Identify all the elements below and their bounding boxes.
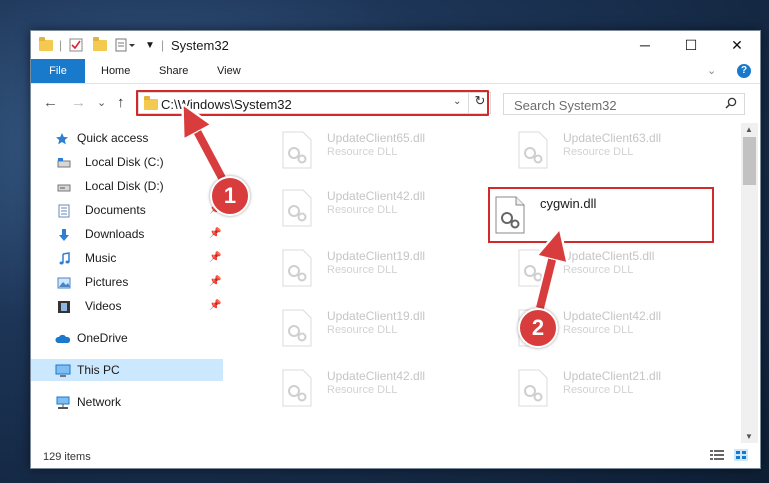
dll-file-icon xyxy=(281,131,313,169)
view-toggle xyxy=(709,449,748,464)
customize-toolbar-icon[interactable] xyxy=(115,37,137,53)
sidebar-item-network[interactable]: Network xyxy=(31,391,223,413)
ribbon-tabs: File Home Share View ⌄ ? xyxy=(31,59,760,84)
file-explorer-window: | ▼ | System32 ─ ☐ ✕ File Home Share Vie… xyxy=(30,30,761,469)
up-button[interactable]: ↑ xyxy=(117,94,125,111)
search-box[interactable] xyxy=(503,93,745,115)
sidebar-item-local-disk-d[interactable]: Local Disk (D:) xyxy=(31,175,223,197)
sidebar-item-music[interactable]: Music 📌 xyxy=(31,247,223,269)
tab-share[interactable]: Share xyxy=(145,59,202,83)
drive-icon xyxy=(57,179,71,193)
sidebar-item-onedrive[interactable]: OneDrive xyxy=(31,327,223,349)
sidebar-item-this-pc[interactable]: This PC xyxy=(31,359,223,381)
pictures-icon xyxy=(57,275,71,289)
search-input[interactable] xyxy=(512,97,716,114)
dll-file-icon xyxy=(281,189,313,227)
navigation-pane: Quick access Local Disk (C:) Local Disk … xyxy=(31,123,225,443)
pin-icon: 📌 xyxy=(209,252,222,263)
file-item-cygwin[interactable]: cygwin.dll xyxy=(494,192,704,238)
dll-file-icon xyxy=(494,196,526,234)
details-view-icon[interactable] xyxy=(709,450,728,464)
file-item[interactable]: UpdateClient19.dll Resource DLL xyxy=(281,245,491,291)
pin-icon: 📌 xyxy=(209,228,222,239)
scrollbar-thumb[interactable] xyxy=(743,137,756,185)
tab-home[interactable]: Home xyxy=(87,59,144,83)
title-bar: | ▼ | System32 ─ ☐ ✕ xyxy=(31,31,760,59)
music-icon xyxy=(57,251,71,265)
sidebar-item-videos[interactable]: Videos 📌 xyxy=(31,295,223,317)
file-list: UpdateClient65.dll Resource DLL UpdateCl… xyxy=(253,123,741,443)
video-icon xyxy=(57,299,71,313)
close-button[interactable]: ✕ xyxy=(714,31,760,59)
pin-icon: 📌 xyxy=(209,300,222,311)
computer-icon xyxy=(55,363,71,377)
sidebar-item-local-disk-c[interactable]: Local Disk (C:) xyxy=(31,151,223,173)
dll-file-icon xyxy=(281,309,313,347)
star-icon xyxy=(55,131,69,145)
tab-view[interactable]: View xyxy=(203,59,255,83)
file-item[interactable]: UpdateClient63.dll Resource DLL xyxy=(517,127,727,173)
maximize-button[interactable]: ☐ xyxy=(668,31,714,59)
folder-icon xyxy=(39,36,53,53)
large-icons-view-icon[interactable] xyxy=(734,449,748,464)
minimize-button[interactable]: ─ xyxy=(622,31,668,59)
help-button[interactable]: ? xyxy=(737,64,751,78)
highlighted-file-box: cygwin.dll xyxy=(488,187,714,243)
sidebar-item-quick-access[interactable]: Quick access xyxy=(31,127,223,149)
window-title: System32 xyxy=(171,38,229,53)
file-item[interactable]: UpdateClient19.dll Resource DLL xyxy=(281,305,491,351)
status-item-count: 129 items xyxy=(43,451,91,463)
vertical-scrollbar[interactable]: ▲ ▼ xyxy=(741,123,758,443)
dll-file-icon xyxy=(517,249,549,287)
recent-locations-button[interactable]: ⌄ xyxy=(97,96,106,109)
file-item[interactable]: UpdateClient5.dll Resource DLL xyxy=(517,245,727,291)
sidebar-item-downloads[interactable]: Downloads 📌 xyxy=(31,223,223,245)
sidebar-item-documents[interactable]: Documents 📌 xyxy=(31,199,223,221)
drive-icon xyxy=(57,155,71,169)
documents-icon xyxy=(57,203,71,218)
dll-file-icon xyxy=(281,249,313,287)
back-button[interactable]: ← xyxy=(43,94,58,111)
forward-button[interactable]: → xyxy=(71,94,86,111)
dll-file-icon xyxy=(517,131,549,169)
step-marker-1: 1 xyxy=(210,176,250,216)
separator: | xyxy=(59,38,63,52)
dll-file-icon xyxy=(517,369,549,407)
file-item[interactable]: UpdateClient65.dll Resource DLL xyxy=(281,127,491,173)
dll-file-icon xyxy=(281,369,313,407)
new-folder-icon[interactable] xyxy=(93,36,107,53)
tab-file[interactable]: File xyxy=(31,59,85,83)
file-item[interactable]: UpdateClient42.dll Resource DLL xyxy=(281,185,491,231)
pin-icon: 📌 xyxy=(209,276,222,287)
quick-access-dropdown[interactable]: ▼ xyxy=(145,37,155,53)
address-highlight-box xyxy=(136,90,489,116)
scroll-up-arrow[interactable]: ▲ xyxy=(745,125,753,134)
navigation-bar: ← → ⌄ ↑ C:\Windows\System32 ⌄ ↻ xyxy=(31,84,760,120)
ribbon-collapse-button[interactable]: ⌄ xyxy=(707,59,716,83)
separator: | xyxy=(161,38,165,52)
sidebar-item-pictures[interactable]: Pictures 📌 xyxy=(31,271,223,293)
file-item[interactable]: UpdateClient21.dll Resource DLL xyxy=(517,365,727,411)
cloud-icon xyxy=(55,331,71,345)
step-marker-2: 2 xyxy=(518,308,558,348)
file-item[interactable]: UpdateClient42.dll Resource DLL xyxy=(281,365,491,411)
properties-icon[interactable] xyxy=(69,37,83,53)
scroll-down-arrow[interactable]: ▼ xyxy=(745,432,753,441)
network-icon xyxy=(55,395,70,409)
search-icon[interactable] xyxy=(725,97,737,112)
download-icon xyxy=(57,227,71,241)
